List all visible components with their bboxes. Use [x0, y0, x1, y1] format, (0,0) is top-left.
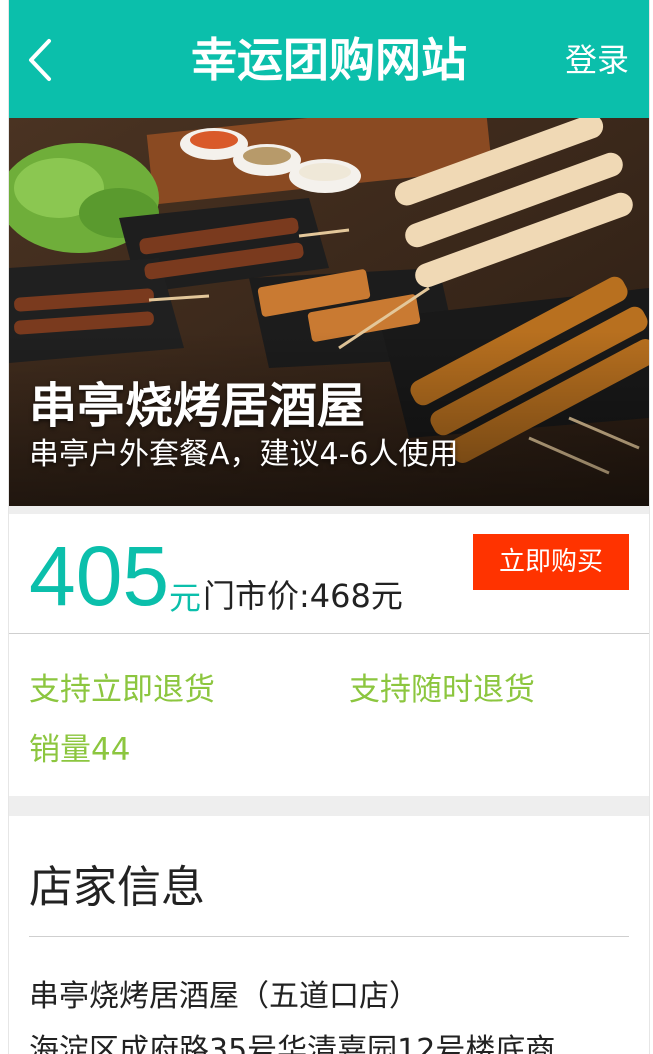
- price-unit: 元: [169, 579, 202, 617]
- tag-instant-refund: 支持立即退货: [29, 672, 215, 708]
- page-title: 幸运团购网站: [191, 33, 467, 87]
- page-frame: 幸运团购网站 登录 串亭烧烤居酒屋 串亭户外套餐A，建议4-6人使用 405 元…: [9, 0, 649, 1054]
- market-price: 门市价:468元: [203, 577, 403, 615]
- top-bar: 幸运团购网站 登录: [9, 0, 649, 118]
- page-left-border: [0, 0, 9, 1054]
- page-right-border: [649, 0, 653, 1054]
- divider: [29, 936, 629, 937]
- shop-info-section: 店家信息 串亭烧烤居酒屋（五道口店） 海淀区成府路35号华清嘉园12号楼底商: [9, 816, 649, 1054]
- deal-tags: 支持立即退货 支持随时退货 销量44: [9, 634, 649, 796]
- sales-count: 销量44: [29, 732, 131, 768]
- shop-title: 串亭烧烤居酒屋: [29, 378, 366, 434]
- shop-address[interactable]: 海淀区成府路35号华清嘉园12号楼底商: [29, 1030, 555, 1054]
- tag-anytime-refund: 支持随时退货: [349, 672, 535, 708]
- price-section: 405 元 门市价:468元 立即购买: [9, 514, 649, 634]
- section-divider: [9, 506, 649, 514]
- hero-banner[interactable]: 串亭烧烤居酒屋 串亭户外套餐A，建议4-6人使用: [9, 118, 649, 506]
- shop-name: 串亭烧烤居酒屋（五道口店）: [29, 979, 419, 1014]
- current-price: 405: [29, 529, 170, 623]
- deal-description: 串亭户外套餐A，建议4-6人使用: [29, 437, 459, 472]
- section-divider: [9, 796, 649, 816]
- buy-now-button[interactable]: 立即购买: [473, 534, 629, 590]
- login-link[interactable]: 登录: [565, 38, 629, 82]
- shop-info-heading: 店家信息: [29, 862, 205, 913]
